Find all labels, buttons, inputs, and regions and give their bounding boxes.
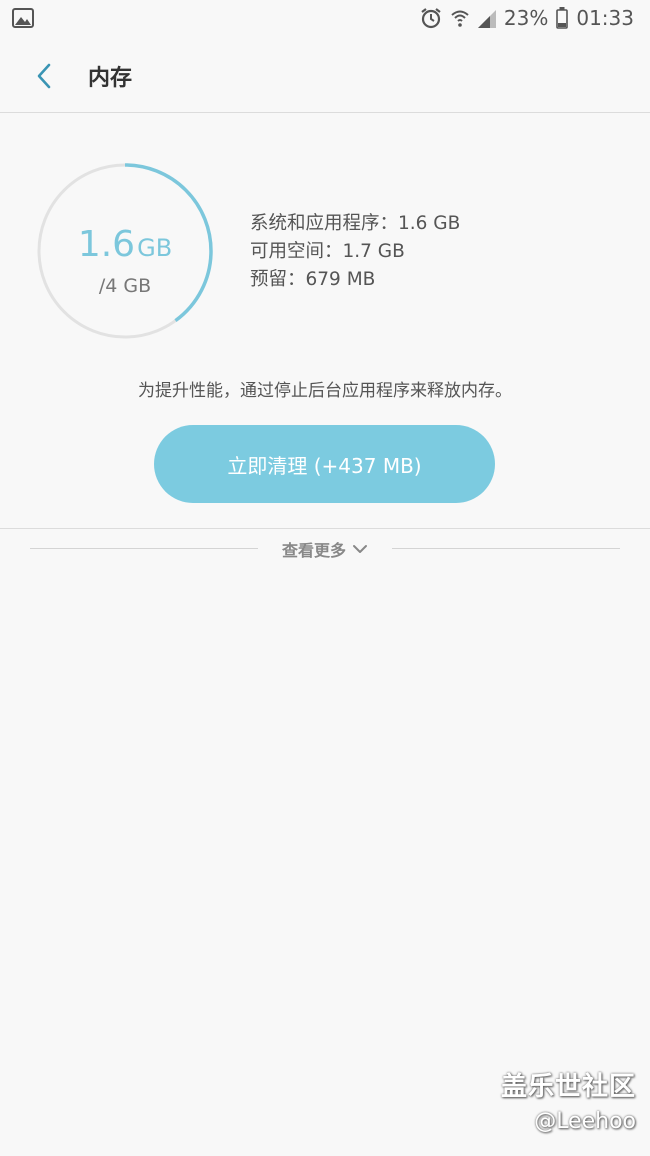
battery-percent: 23% (503, 6, 549, 30)
status-bar: 23% 01:33 (0, 0, 650, 38)
chevron-left-icon (37, 63, 51, 89)
wifi-icon (450, 8, 470, 28)
gallery-notification-icon (12, 8, 34, 32)
watermark-title: 盖乐世社区 (500, 1072, 636, 1102)
used-memory-unit: GB (137, 234, 173, 262)
memory-details: 系统和应用程序：1.6 GB 可用空间：1.7 GB 预留：679 MB (250, 210, 460, 294)
signal-icon (477, 8, 496, 28)
see-more-row: 查看更多 (30, 538, 620, 560)
system-apps-line: 系统和应用程序：1.6 GB (250, 213, 461, 234)
divider-right (392, 548, 620, 549)
total-memory: /4 GB (98, 275, 152, 297)
see-more-button[interactable]: 查看更多 (270, 538, 380, 560)
alarm-icon (420, 7, 442, 29)
memory-usage-gauge: 1.6GB /4 GB (36, 162, 214, 340)
available-space-line: 可用空间：1.7 GB (250, 241, 405, 262)
see-more-label: 查看更多 (281, 541, 346, 560)
chevron-down-icon (353, 545, 367, 553)
section-divider (0, 528, 650, 529)
clean-now-button[interactable]: 立即清理 (+437 MB) (154, 425, 495, 503)
watermark: 盖乐世社区 @Leehoo (501, 1066, 636, 1134)
clean-now-label: 立即清理 (+437 MB) (227, 453, 422, 478)
reserved-line: 预留：679 MB (250, 269, 376, 290)
performance-hint: 为提升性能，通过停止后台应用程序来释放内存。 (138, 381, 512, 401)
app-bar: 内存 (0, 38, 650, 113)
status-icons: 23% 01:33 (420, 6, 634, 30)
used-memory: 1.6GB (36, 224, 214, 265)
divider-left (30, 548, 258, 549)
page-title: 内存 (88, 66, 133, 91)
watermark-handle: @Leehoo (534, 1109, 636, 1134)
status-time: 01:33 (576, 6, 634, 30)
back-button[interactable] (24, 56, 64, 96)
battery-icon (556, 7, 569, 29)
used-memory-value: 1.6 (77, 224, 136, 265)
